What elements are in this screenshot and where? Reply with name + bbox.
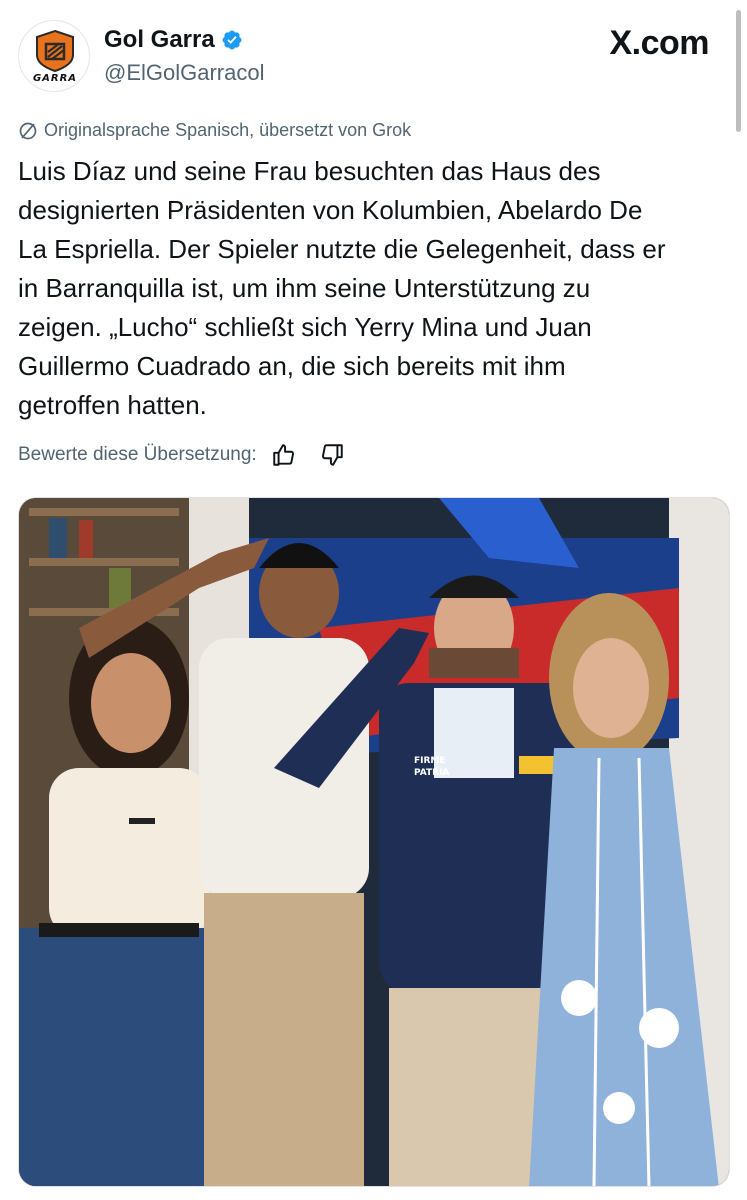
translation-note: Originalsprache Spanisch, übersetzt von … bbox=[18, 120, 411, 141]
rate-translation-label: Bewerte diese Übersetzung: bbox=[18, 444, 257, 465]
avatar[interactable]: GARRA bbox=[18, 20, 90, 92]
tweet-text-line: in Barranquilla ist, um ihm seine Unters… bbox=[18, 273, 591, 303]
rate-translation: Bewerte diese Übersetzung: bbox=[18, 442, 345, 468]
thumbs-down-icon[interactable] bbox=[319, 442, 345, 468]
author-handle[interactable]: @ElGolGarracol bbox=[104, 60, 265, 86]
translation-note-text: Originalsprache Spanisch, übersetzt von … bbox=[44, 120, 412, 140]
author-name-row[interactable]: Gol Garra bbox=[104, 26, 243, 54]
tweet-text-line: La Espriella. Der Spieler nutzte die Gel… bbox=[18, 234, 666, 264]
avatar-text: GARRA bbox=[32, 73, 78, 84]
thumbs-up-icon[interactable] bbox=[271, 442, 297, 468]
tweet-text-line: zeigen. „Lucho“ schließt sich Yerry Mina… bbox=[18, 312, 592, 342]
tweet-text-line: getroffen hatten. bbox=[18, 390, 207, 420]
verified-badge-icon bbox=[222, 30, 242, 50]
group-photo-image: FIRME PATRIA bbox=[19, 498, 729, 1186]
tweet-text-line: designierten Präsidenten von Kolumbien, … bbox=[18, 195, 643, 225]
tweet-text: Luis Díaz und seine Frau besuchten das H… bbox=[18, 152, 730, 425]
jacket-text-left-2: PATRIA bbox=[414, 768, 449, 778]
brand-watermark: X.com bbox=[609, 24, 709, 62]
display-name[interactable]: Gol Garra bbox=[104, 26, 215, 54]
tweet-header: GARRA Gol Garra @ElGolGarracol X.com bbox=[0, 0, 747, 132]
tweet-photo[interactable]: FIRME PATRIA bbox=[18, 497, 730, 1187]
tweet-text-line: Guillermo Cuadrado an, die sich bereits … bbox=[18, 351, 566, 381]
jacket-text-left: FIRME bbox=[414, 756, 446, 766]
scrollbar[interactable] bbox=[736, 10, 741, 132]
tweet-text-line: Luis Díaz und seine Frau besuchten das H… bbox=[18, 156, 601, 186]
translate-icon bbox=[19, 122, 37, 139]
